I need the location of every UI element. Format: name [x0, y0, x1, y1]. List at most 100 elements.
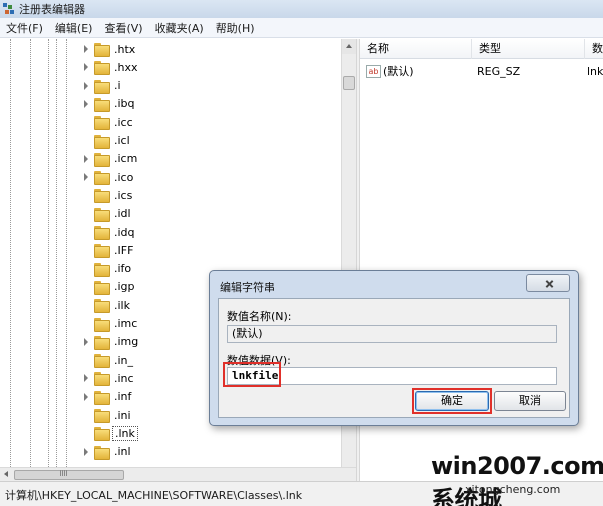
folder-icon: [94, 97, 110, 112]
folder-icon: [94, 79, 110, 94]
tree-item-label: .hxx: [114, 60, 138, 74]
value-name: (默认): [383, 65, 414, 78]
tree-item[interactable]: .idl: [82, 205, 133, 223]
folder-icon: [94, 61, 110, 76]
tree-item[interactable]: .ifo: [82, 260, 133, 278]
expand-arrow-icon[interactable]: [82, 81, 90, 90]
expand-arrow-icon[interactable]: [82, 154, 90, 163]
folder-icon: [94, 152, 110, 167]
tree-item-label: .ifo: [114, 262, 132, 276]
tree-item-label: .icm: [114, 152, 138, 166]
folder-icon: [94, 226, 110, 240]
tree-item-label: .ico: [114, 170, 134, 184]
tree-item[interactable]: .inf: [82, 388, 133, 406]
ok-highlight-box: [412, 388, 492, 414]
tree-item[interactable]: .img: [82, 333, 140, 351]
expand-arrow-icon[interactable]: [82, 99, 90, 108]
tree-item[interactable]: .idq: [82, 223, 137, 241]
tree-item[interactable]: .inl: [82, 443, 133, 461]
tree-item[interactable]: .igp: [82, 278, 137, 296]
tree-item[interactable]: .IFF: [82, 241, 135, 259]
menu-help[interactable]: 帮助(H): [210, 20, 261, 36]
menu-view[interactable]: 查看(V): [98, 20, 148, 36]
site-watermark: win2007.com系统城 xitongcheng.com: [427, 452, 603, 506]
folder-icon: [94, 171, 110, 186]
close-icon[interactable]: [526, 274, 570, 292]
hscroll-thumb[interactable]: [14, 470, 124, 480]
folder-icon: [94, 372, 110, 387]
dialog-body: 数值名称(N): (默认) 数值数据(V): lnkfile 确定 取消: [218, 298, 570, 418]
tree-item-label: .inf: [114, 390, 132, 404]
tree-horizontal-scrollbar[interactable]: [0, 467, 356, 481]
menu-file[interactable]: 文件(F): [0, 20, 49, 36]
column-name[interactable]: 名称: [360, 39, 472, 59]
value-name-field: (默认): [227, 325, 557, 343]
tree-item[interactable]: .hxx: [82, 58, 140, 76]
dialog-title: 编辑字符串: [220, 281, 275, 294]
tree-item-label: .IFF: [114, 243, 134, 257]
expand-arrow-icon[interactable]: [82, 392, 90, 401]
folder-icon: [94, 299, 110, 314]
tree-item-label: .htx: [114, 42, 136, 56]
expand-arrow-icon[interactable]: [82, 337, 90, 346]
menu-favorites[interactable]: 收藏夹(A): [149, 20, 210, 36]
tree-item[interactable]: .ilk: [82, 296, 132, 314]
folder-icon: [94, 280, 110, 295]
tree-item[interactable]: .inc: [82, 369, 136, 387]
folder-icon: [94, 134, 110, 149]
expand-arrow-icon[interactable]: [82, 447, 90, 456]
menu-edit[interactable]: 编辑(E): [49, 20, 99, 36]
tree-item-label: .img: [114, 335, 139, 349]
cancel-button[interactable]: 取消: [494, 391, 566, 411]
tree-item[interactable]: .i: [82, 77, 123, 95]
tree-item-label: .idq: [114, 225, 135, 239]
tree-item-label: .igp: [114, 280, 135, 294]
folder-icon: [94, 354, 110, 369]
window-title: 注册表编辑器: [19, 3, 85, 16]
folder-icon: [94, 116, 110, 131]
tree-item[interactable]: .icl: [82, 132, 132, 150]
scroll-thumb[interactable]: [343, 76, 355, 90]
folder-icon: [94, 262, 110, 277]
string-value-icon: ab: [366, 65, 381, 78]
list-item[interactable]: ab (默认) REG_SZ lnk: [360, 63, 603, 81]
expand-arrow-icon[interactable]: [82, 374, 90, 383]
tree-item[interactable]: .ibq: [82, 95, 137, 113]
registry-path: 计算机\HKEY_LOCAL_MACHINE\SOFTWARE\Classes\…: [5, 489, 303, 502]
tree-item-label: .idl: [114, 207, 131, 221]
tree-item-label: .ini: [114, 408, 131, 422]
tree-item[interactable]: .lnk: [82, 424, 138, 442]
column-type[interactable]: 类型: [472, 39, 585, 59]
tree-item[interactable]: .imc: [82, 315, 139, 333]
expand-arrow-icon[interactable]: [82, 173, 90, 182]
expand-arrow-icon[interactable]: [82, 45, 90, 53]
tree-item[interactable]: .ics: [82, 186, 134, 204]
tree-item[interactable]: .icm: [82, 150, 139, 168]
folder-icon: [94, 317, 110, 332]
folder-icon: [94, 244, 110, 259]
tree-item[interactable]: .ico: [82, 168, 135, 186]
tree-item-label: .ibq: [114, 97, 135, 111]
scroll-left-icon[interactable]: [0, 468, 14, 482]
folder-icon: [94, 427, 110, 442]
tree-item-label: .lnk: [112, 425, 138, 441]
expand-arrow-icon[interactable]: [82, 63, 90, 72]
tree-item-label: .ilk: [114, 298, 130, 312]
folder-icon: [94, 43, 110, 57]
tree-item[interactable]: .in_: [82, 351, 135, 369]
folder-icon: [94, 189, 110, 204]
scroll-up-icon[interactable]: [342, 39, 357, 54]
value-name-label: 数值名称(N):: [227, 310, 292, 323]
column-data[interactable]: 数: [585, 39, 603, 59]
registry-editor-icon: [3, 3, 15, 15]
tree-item[interactable]: .htx: [82, 40, 137, 58]
tree-item[interactable]: .ini: [82, 406, 133, 424]
tree-item-label: .inl: [114, 445, 131, 459]
tree-item-label: .ics: [114, 188, 133, 202]
folder-icon: [94, 445, 110, 460]
title-bar: 注册表编辑器: [0, 0, 603, 18]
data-highlight-box: [223, 362, 281, 387]
watermark-sub: xitongcheng.com: [465, 483, 561, 496]
tree-item[interactable]: .icc: [82, 113, 135, 131]
grip-icon: [60, 470, 68, 476]
